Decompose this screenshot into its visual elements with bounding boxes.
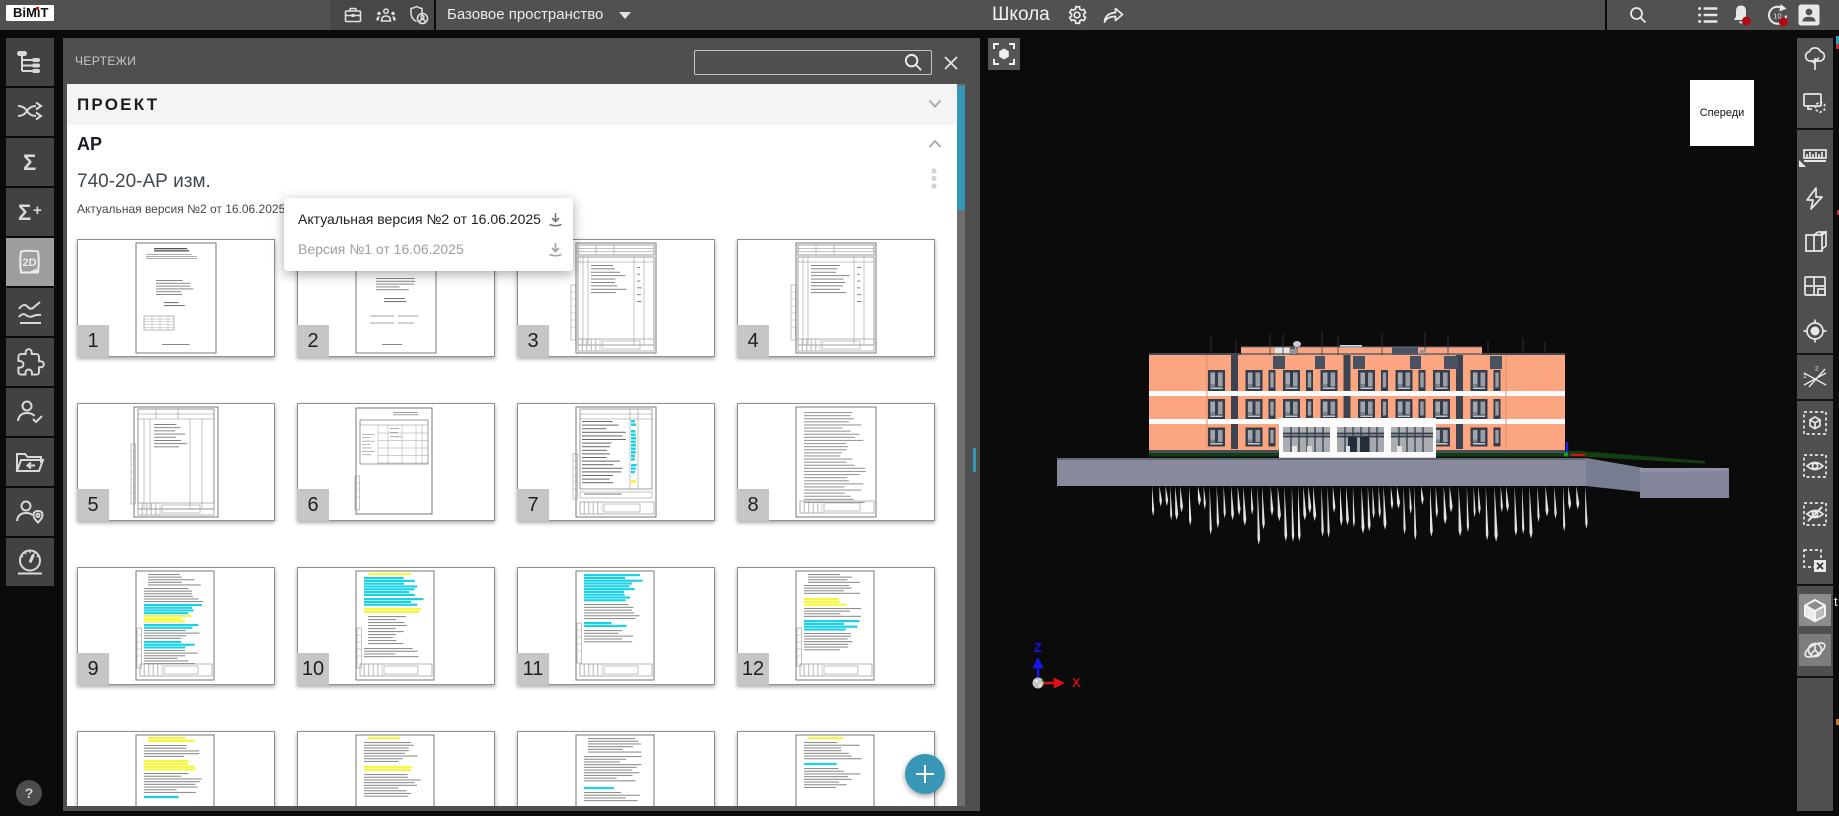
svg-text:X: X <box>1072 675 1081 690</box>
svg-text:Z: Z <box>1034 640 1042 655</box>
svg-text:Σ: Σ <box>18 200 31 225</box>
svg-text:+: + <box>33 202 42 219</box>
svg-text:2: 2 <box>1815 366 1819 373</box>
svg-text:1: 1 <box>1803 373 1807 380</box>
svg-text:Σ: Σ <box>23 150 36 175</box>
svg-text:2D: 2D <box>23 257 37 269</box>
